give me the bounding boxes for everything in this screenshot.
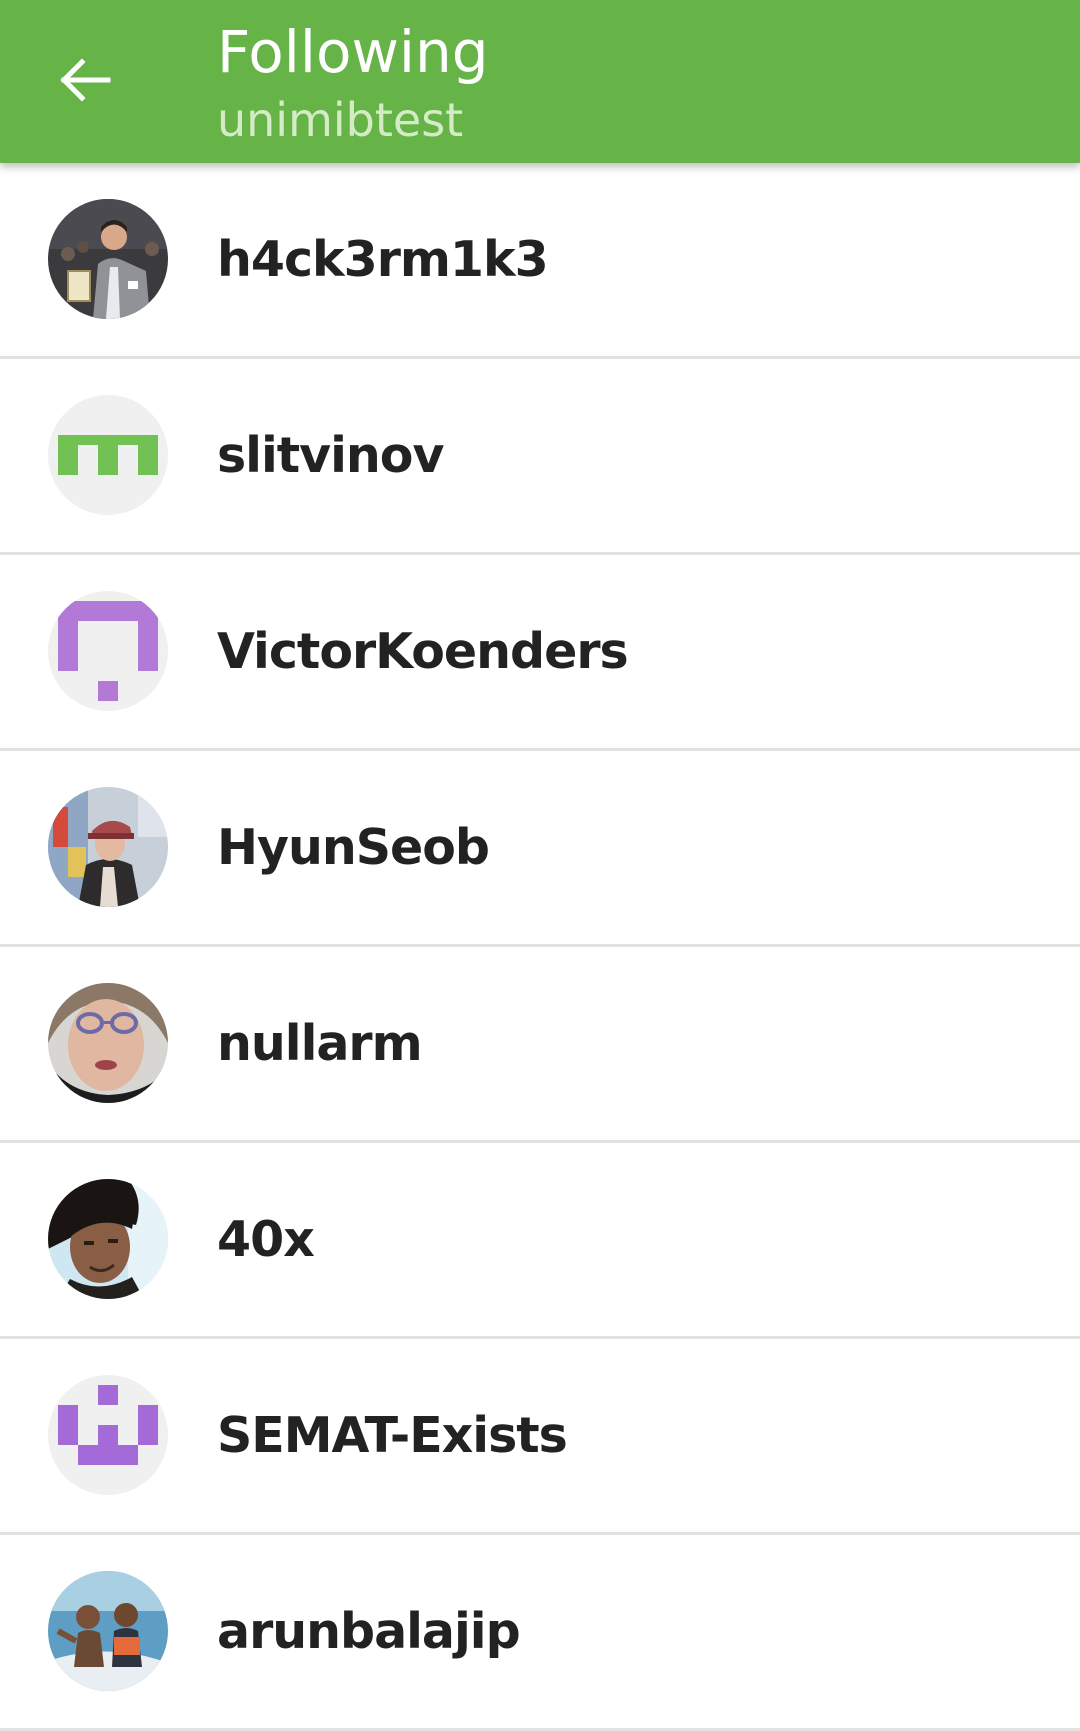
arrow-left-icon [60, 58, 111, 102]
avatar[interactable] [48, 395, 168, 515]
username: 40x [217, 1211, 315, 1268]
avatar[interactable] [48, 591, 168, 711]
list-item[interactable]: h4ck3rm1k3 [0, 163, 1080, 359]
username: HyunSeob [217, 819, 490, 876]
avatar[interactable] [48, 199, 168, 319]
back-button[interactable] [48, 50, 120, 110]
list-item[interactable]: SEMAT-Exists [0, 1339, 1080, 1535]
page-title: Following [217, 18, 489, 86]
avatar[interactable] [48, 1571, 168, 1691]
avatar[interactable] [48, 1179, 168, 1299]
username: SEMAT-Exists [217, 1407, 568, 1464]
page-subtitle: unimibtest [217, 93, 464, 147]
app-bar: Following unimibtest [0, 0, 1080, 163]
following-list: h4ck3rm1k3 slitvinov VictorKoenders Hyun… [0, 163, 1080, 1731]
username: VictorKoenders [217, 623, 629, 680]
list-item[interactable]: VictorKoenders [0, 555, 1080, 751]
avatar[interactable] [48, 1375, 168, 1495]
username: nullarm [217, 1015, 423, 1072]
avatar[interactable] [48, 983, 168, 1103]
list-item[interactable]: HyunSeob [0, 751, 1080, 947]
list-item[interactable]: slitvinov [0, 359, 1080, 555]
username: arunbalajip [217, 1603, 521, 1660]
list-item[interactable]: arunbalajip [0, 1535, 1080, 1731]
list-item[interactable]: nullarm [0, 947, 1080, 1143]
avatar[interactable] [48, 787, 168, 907]
username: h4ck3rm1k3 [217, 231, 549, 288]
list-item[interactable]: 40x [0, 1143, 1080, 1339]
username: slitvinov [217, 427, 444, 484]
